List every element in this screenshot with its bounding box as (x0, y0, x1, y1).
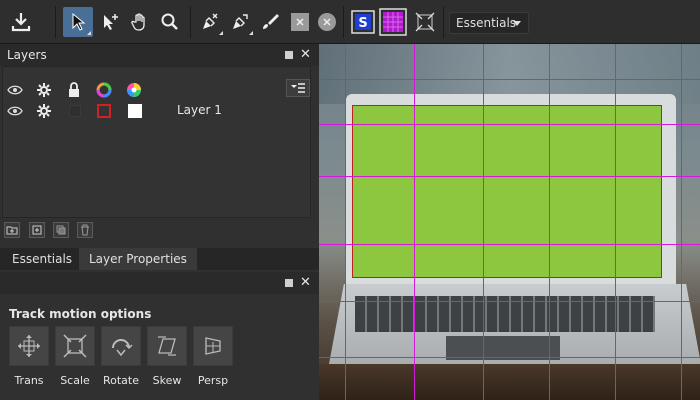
brush-icon[interactable] (255, 7, 285, 37)
export-icon[interactable] (6, 7, 36, 37)
pen-convert-icon[interactable] (225, 7, 255, 37)
color-ring-icon[interactable] (95, 81, 113, 99)
color-wheel-icon[interactable] (125, 81, 143, 99)
grid-line (681, 44, 682, 400)
left-panel: Layers ✕ Layer 1 Essentials Layer Proper… (0, 44, 319, 400)
panel-menu-icon[interactable] (286, 79, 310, 97)
close-icon[interactable]: ✕ (300, 276, 311, 289)
toolbar: S Essentials (0, 0, 700, 44)
perspective-icon (205, 337, 221, 355)
svg-text:S: S (358, 16, 367, 31)
grid-line (549, 44, 550, 400)
toolbar-divider (55, 6, 56, 38)
translate-icon (18, 335, 40, 357)
add-point-icon[interactable] (95, 7, 125, 37)
layers-panel-header: Layers ✕ (0, 44, 319, 66)
grid-line (615, 44, 616, 400)
layer-row[interactable]: Layer 1 (3, 101, 310, 121)
eye-icon[interactable] (6, 81, 24, 99)
layers-list: Layer 1 (2, 66, 311, 218)
properties-panel-header: ✕ (0, 272, 319, 294)
workspace-dropdown[interactable]: Essentials (449, 12, 529, 34)
translate-button[interactable] (9, 326, 49, 366)
gear-icon[interactable] (35, 102, 53, 120)
scale-label: Scale (60, 374, 90, 387)
tab-layer-properties[interactable]: Layer Properties (79, 248, 197, 270)
gear-icon[interactable] (35, 81, 53, 99)
layer-outline-color-swatch[interactable] (97, 104, 111, 118)
grid-line (319, 176, 700, 177)
new-layer-icon[interactable] (29, 222, 45, 238)
new-folder-icon[interactable] (4, 222, 20, 238)
rotate-label: Rotate (102, 374, 139, 387)
grid-line (319, 124, 700, 125)
perspective-label: Persp (197, 374, 229, 387)
rotate-icon (112, 339, 133, 357)
pin-icon[interactable] (285, 51, 293, 59)
grid-line (319, 244, 700, 245)
perspective-button[interactable] (193, 326, 233, 366)
duplicate-icon[interactable] (53, 222, 69, 238)
hand-icon[interactable] (125, 7, 155, 37)
workspace-dropdown-label: Essentials (456, 16, 517, 30)
tab-essentials[interactable]: Essentials (2, 248, 82, 270)
skew-button[interactable] (147, 326, 187, 366)
x-circle-icon[interactable] (312, 7, 342, 37)
skew-label: Skew (152, 374, 182, 387)
pen-remove-icon[interactable] (195, 7, 225, 37)
toolbar-divider (190, 6, 191, 38)
lock-icon[interactable] (65, 81, 83, 99)
pin-icon[interactable] (285, 279, 293, 287)
trash-icon[interactable] (77, 222, 93, 238)
x-square-icon[interactable] (285, 7, 315, 37)
grid-line (414, 44, 415, 400)
layers-panel-title: Layers (7, 48, 47, 62)
chevron-down-icon (513, 21, 521, 26)
eye-icon[interactable] (6, 102, 24, 120)
layers-footer (2, 220, 311, 242)
grid-icon[interactable] (378, 7, 408, 37)
translate-label: Trans (14, 374, 44, 387)
toolbar-divider (443, 6, 444, 38)
fit-icon[interactable] (410, 7, 440, 37)
rotate-button[interactable] (101, 326, 141, 366)
canvas-viewport[interactable] (319, 44, 700, 400)
grid-line (319, 357, 700, 358)
grid-line (319, 79, 700, 80)
grid-line (319, 301, 700, 302)
grid-line (483, 44, 484, 400)
layer-name: Layer 1 (177, 103, 222, 117)
zoom-icon[interactable] (155, 7, 185, 37)
track-motion-title: Track motion options (9, 307, 152, 321)
s-badge-icon[interactable]: S (348, 7, 378, 37)
skew-icon (158, 336, 176, 356)
scale-button[interactable] (55, 326, 95, 366)
close-icon[interactable]: ✕ (300, 48, 311, 61)
toolbar-divider (343, 6, 344, 38)
select-arrow-icon[interactable] (63, 7, 93, 37)
panel-tabs: Essentials Layer Properties (0, 248, 319, 270)
lock-toggle[interactable] (69, 105, 81, 117)
scale-icon (63, 334, 87, 358)
wooden-table (319, 364, 700, 400)
grid-line (345, 44, 346, 400)
layer-fill-color-swatch[interactable] (128, 104, 142, 118)
